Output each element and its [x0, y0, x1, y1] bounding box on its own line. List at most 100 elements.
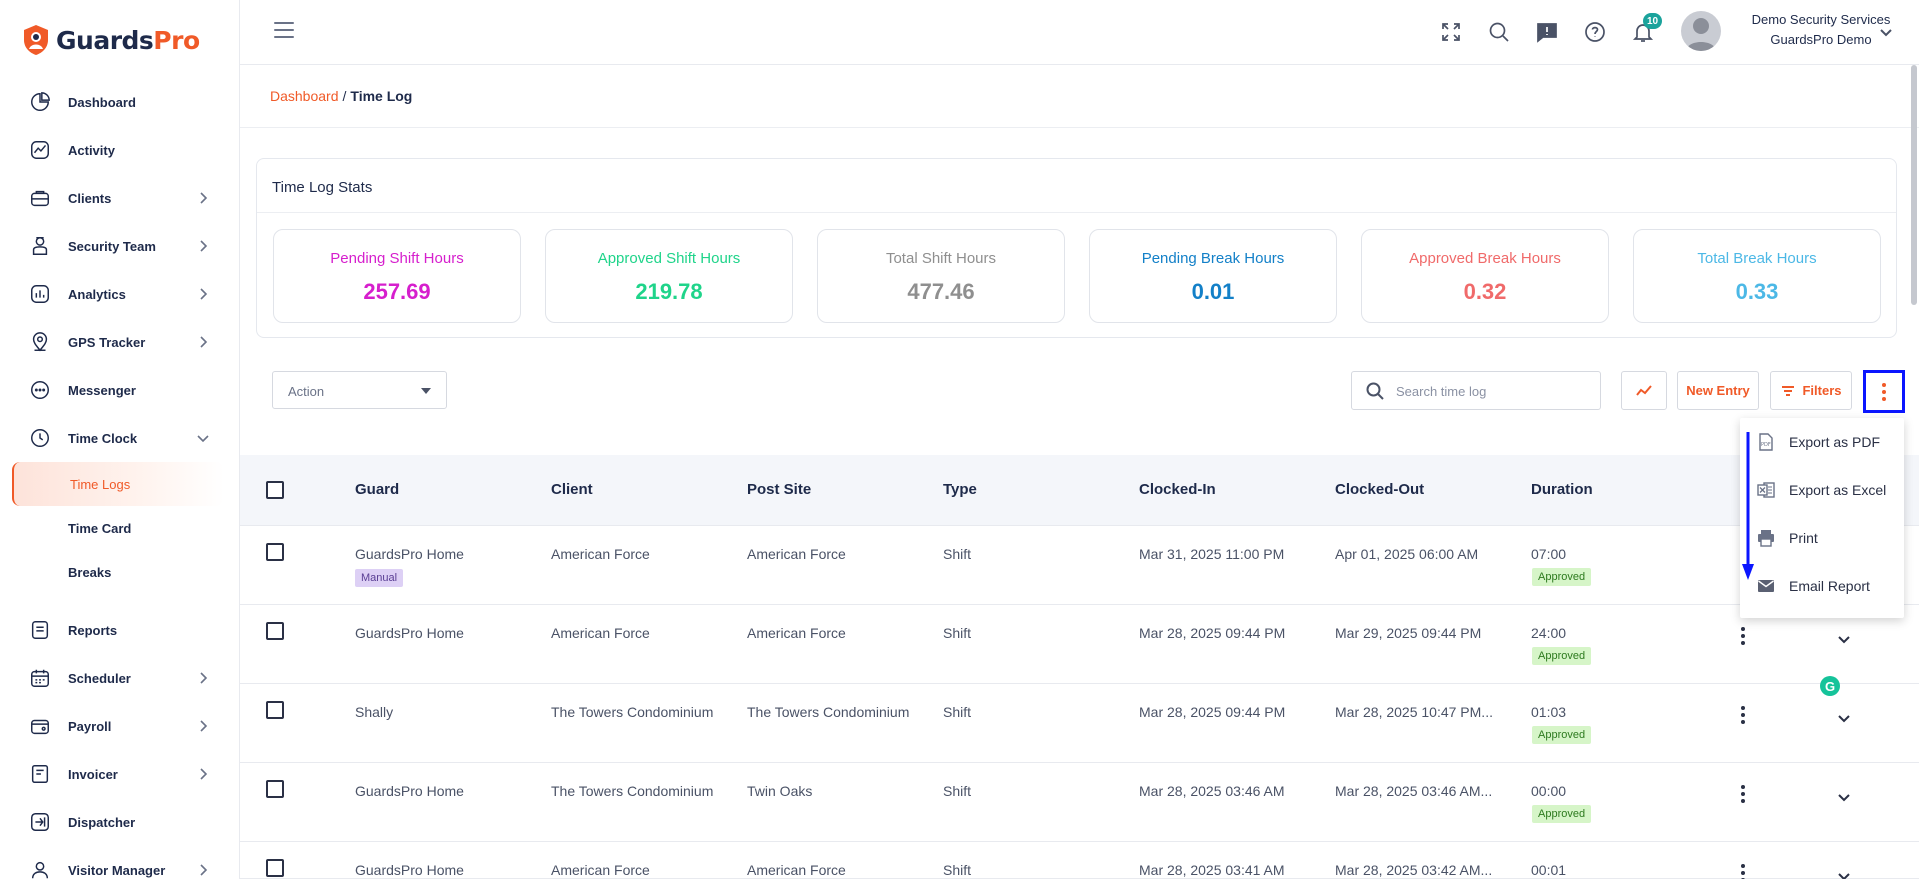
select-all-checkbox[interactable] — [266, 481, 284, 499]
export-pdf-menu-item[interactable]: PDF Export as PDF — [1740, 418, 1904, 466]
sidebar-item-payroll[interactable]: Payroll — [0, 702, 240, 750]
column-header-type[interactable]: Type — [943, 481, 977, 498]
sidebar-item-label: Dashboard — [68, 94, 136, 110]
pdf-icon: PDF — [1755, 431, 1777, 453]
cell-client: American Force — [551, 862, 650, 878]
table-row[interactable]: GuardsPro Home Manual American Force Ame… — [240, 526, 1919, 605]
column-header-duration[interactable]: Duration — [1531, 481, 1593, 498]
row-more-icon[interactable] — [1737, 627, 1749, 649]
sidebar-item-activity[interactable]: Activity — [0, 126, 240, 174]
menu-item-label: Export as Excel — [1789, 482, 1887, 498]
column-header-client[interactable]: Client — [551, 481, 593, 498]
cell-guard: GuardsPro Home — [355, 625, 464, 641]
user-avatar[interactable] — [1681, 11, 1721, 51]
table-row[interactable]: Shally The Towers Condominium The Towers… — [240, 684, 1919, 763]
cell-clocked-out: Mar 28, 2025 03:46 AM... — [1335, 783, 1493, 799]
sidebar-item-invoicer[interactable]: Invoicer — [0, 750, 240, 798]
row-more-icon[interactable] — [1737, 864, 1749, 879]
row-checkbox[interactable] — [266, 622, 284, 640]
feedback-icon[interactable] — [1535, 20, 1559, 44]
sidebar-item-visitor-manager[interactable]: Visitor Manager — [0, 846, 240, 879]
page-scrollbar[interactable] — [1911, 65, 1917, 305]
expand-row-chevron-icon[interactable] — [1836, 710, 1852, 726]
row-checkbox[interactable] — [266, 701, 284, 719]
cell-post-site: The Towers Condominium — [747, 704, 910, 720]
export-excel-menu-item[interactable]: Export as Excel — [1740, 466, 1904, 514]
chart-toggle-button[interactable] — [1621, 371, 1667, 410]
row-checkbox[interactable] — [266, 543, 284, 561]
notification-bell-icon[interactable]: 10 — [1631, 13, 1663, 44]
column-header-guard[interactable]: Guard — [355, 481, 399, 498]
guardspro-logo[interactable]: GuardsPro — [22, 24, 200, 56]
stat-label: Total Break Hours — [1697, 250, 1817, 267]
sidebar-item-label: Visitor Manager — [68, 862, 166, 878]
column-header-clocked-in[interactable]: Clocked-In — [1139, 481, 1216, 498]
sidebar-item-messenger[interactable]: Messenger — [0, 366, 240, 414]
sidebar-item-label: Security Team — [68, 238, 156, 254]
search-time-log-input[interactable] — [1396, 380, 1591, 402]
cell-duration: 24:00 — [1531, 625, 1567, 641]
sidebar-subitem-time-logs[interactable]: Time Logs — [12, 462, 224, 506]
search-field — [1351, 371, 1601, 410]
table-row[interactable]: GuardsPro Home American Force American F… — [240, 842, 1919, 879]
more-options-button[interactable] — [1863, 370, 1905, 413]
expand-row-chevron-icon[interactable] — [1836, 868, 1852, 879]
filters-button[interactable]: Filters — [1770, 371, 1852, 410]
stat-pending-break-hours: Pending Break Hours 0.01 — [1089, 229, 1337, 323]
cell-client: The Towers Condominium — [551, 704, 714, 720]
sidebar-item-label: GPS Tracker — [68, 334, 146, 350]
clock-icon — [28, 426, 52, 450]
sidebar-item-label: Reports — [68, 622, 118, 638]
sidebar-item-scheduler[interactable]: Scheduler — [0, 654, 240, 702]
menu-toggle-icon[interactable] — [274, 22, 294, 42]
sidebar-item-dispatcher[interactable]: Dispatcher — [0, 798, 240, 846]
sidebar-item-analytics[interactable]: Analytics — [0, 270, 240, 318]
search-icon[interactable] — [1487, 20, 1511, 44]
fullscreen-icon[interactable] — [1439, 20, 1463, 44]
sidebar-item-time-clock[interactable]: Time Clock — [0, 414, 240, 462]
table-row[interactable]: GuardsPro Home The Towers Condominium Tw… — [240, 763, 1919, 842]
action-dropdown[interactable]: Action — [272, 371, 447, 409]
sidebar-item-label: Invoicer — [68, 766, 118, 782]
gps-icon — [28, 330, 52, 354]
grammarly-icon[interactable]: G — [1820, 676, 1840, 696]
sidebar-item-gps-tracker[interactable]: GPS Tracker — [0, 318, 240, 366]
sidebar-item-reports[interactable]: Reports — [0, 606, 240, 654]
cell-guard: GuardsPro Home — [355, 546, 464, 562]
new-entry-button[interactable]: New Entry — [1677, 371, 1759, 410]
notification-count-badge: 10 — [1643, 13, 1663, 29]
stat-label: Approved Break Hours — [1409, 250, 1561, 267]
visitor-icon — [28, 858, 52, 879]
email-report-menu-item[interactable]: Email Report — [1740, 562, 1904, 610]
help-icon[interactable] — [1583, 20, 1607, 44]
sidebar-subitem-time-card[interactable]: Time Card — [0, 506, 240, 550]
sidebar-item-label: Scheduler — [68, 670, 131, 686]
logo-text-guards: Guards — [56, 25, 154, 55]
sidebar-item-dashboard[interactable]: Dashboard — [0, 78, 240, 126]
row-checkbox[interactable] — [266, 780, 284, 798]
row-more-icon[interactable] — [1737, 706, 1749, 728]
sidebar-subitem-breaks[interactable]: Breaks — [0, 550, 240, 594]
chevron-down-icon[interactable] — [1878, 24, 1894, 40]
trend-chart-icon — [1636, 384, 1652, 396]
print-menu-item[interactable]: Print — [1740, 514, 1904, 562]
column-header-clocked-out[interactable]: Clocked-Out — [1335, 481, 1424, 498]
approved-status-badge: Approved — [1532, 726, 1592, 744]
breadcrumb-home-link[interactable]: Dashboard — [270, 88, 339, 104]
table-row[interactable]: GuardsPro Home American Force American F… — [240, 605, 1919, 684]
stat-value: 0.01 — [1191, 279, 1235, 304]
expand-row-chevron-icon[interactable] — [1836, 789, 1852, 805]
sidebar-item-clients[interactable]: Clients — [0, 174, 240, 222]
email-icon — [1755, 575, 1777, 597]
manual-tag: Manual — [355, 569, 404, 587]
row-more-icon[interactable] — [1737, 785, 1749, 807]
sidebar-item-security-team[interactable]: Security Team — [0, 222, 240, 270]
scheduler-icon — [28, 666, 52, 690]
expand-row-chevron-icon[interactable] — [1836, 631, 1852, 647]
top-header: 10 Demo Security Services GuardsPro Demo — [240, 0, 1919, 65]
annotation-arrow-icon — [1742, 432, 1754, 580]
row-checkbox[interactable] — [266, 859, 284, 877]
chevron-right-icon — [196, 335, 210, 349]
column-header-post-site[interactable]: Post Site — [747, 481, 811, 498]
